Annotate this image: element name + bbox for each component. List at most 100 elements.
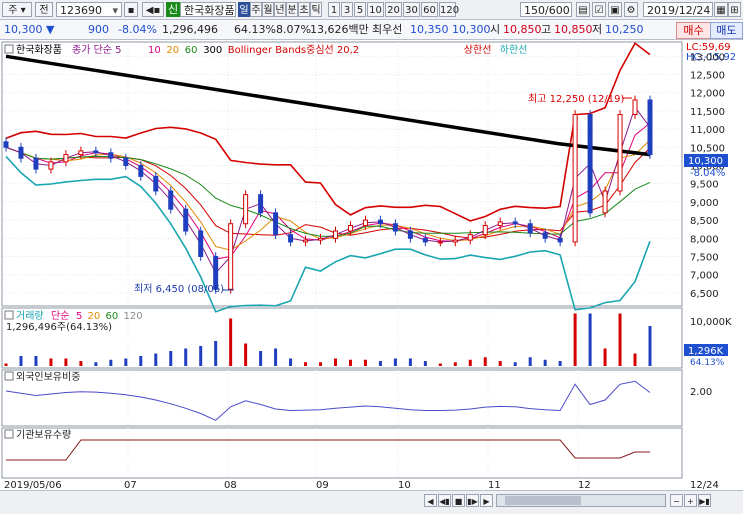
volume-bar: [483, 357, 487, 366]
volume-value-label: 1,296,496주(64.13%): [6, 322, 112, 333]
legend-item: 20: [166, 45, 179, 56]
scroll-end-icon[interactable]: ▶▮: [698, 494, 711, 507]
price-y-tick: 7,000: [690, 271, 719, 282]
zoom-out-icon[interactable]: −: [670, 494, 683, 507]
grid-icon[interactable]: ⊞: [728, 2, 741, 17]
interval-button[interactable]: 120: [439, 2, 459, 17]
volume: 1,296,496: [162, 23, 218, 36]
price-change: 900: [88, 23, 109, 36]
save-icon[interactable]: ▣: [608, 2, 622, 17]
candle-body: [512, 221, 518, 225]
candle-body: [377, 219, 383, 225]
zoom-in-icon[interactable]: +: [684, 494, 697, 507]
prev-page-icon[interactable]: ◀▮: [438, 494, 451, 507]
graph-icon[interactable]: ▤: [576, 2, 590, 17]
interval-button[interactable]: 3: [341, 2, 353, 17]
legend-item: 한국화장품: [16, 44, 62, 56]
all-button[interactable]: 전: [35, 2, 53, 17]
candle-body: [617, 114, 623, 192]
volume-bar: [304, 362, 308, 366]
scroll-right-icon[interactable]: ▶: [480, 494, 493, 507]
scroll-track[interactable]: [496, 494, 666, 507]
interval-button[interactable]: 10: [367, 2, 384, 17]
period-button[interactable]: 년: [274, 2, 286, 17]
volume-bar: [19, 356, 23, 366]
best-quote-label: 최우선: [372, 23, 403, 36]
search-icon[interactable]: ▪: [124, 2, 138, 17]
stop-icon[interactable]: ■: [452, 494, 465, 507]
candle-body: [467, 234, 473, 241]
candle-body: [347, 225, 353, 232]
checkbox-icon[interactable]: ☑: [592, 2, 606, 17]
period-button[interactable]: 일: [238, 2, 250, 17]
volume-legend-item: 60: [106, 311, 119, 322]
candle-body: [303, 239, 309, 243]
volume-legend-item: 단순: [51, 310, 69, 322]
volume-bar: [64, 358, 68, 366]
chart-type-dropdown[interactable]: 주 ▾: [2, 2, 32, 17]
legend-item: 10: [148, 45, 161, 56]
stock-code-input[interactable]: 123690 ▾: [56, 2, 122, 17]
volume-bar: [558, 361, 562, 366]
volume-bar: [618, 313, 622, 366]
low-label: 저: [592, 23, 603, 36]
interval-button[interactable]: 1: [328, 2, 340, 17]
legend-item: 하한선: [500, 43, 528, 56]
candle-body: [632, 99, 638, 116]
inst-panel-title: 기관보유수량: [16, 429, 71, 441]
legend-item: 상한선: [464, 44, 492, 56]
candle-body: [422, 237, 428, 243]
candle-body: [452, 239, 458, 243]
volume-bar: [573, 313, 577, 366]
scroll-left-icon[interactable]: ◀: [424, 494, 437, 507]
x-axis-label: 09: [316, 480, 329, 490]
settings-icon[interactable]: ⚙: [624, 2, 638, 17]
volume-bar: [214, 341, 218, 366]
stock-code-value: 123690: [60, 4, 102, 17]
buy-order-button[interactable]: 매수: [676, 22, 711, 39]
bottom-scroll-bar: ◀ ◀▮ ■ ▮▶ ▶ − + ▶▮: [0, 490, 743, 514]
sell-order-button[interactable]: 매도: [710, 22, 743, 39]
volume-bar: [79, 361, 83, 366]
stock-name-field: 한국화장품: [180, 2, 236, 17]
interval-button[interactable]: 60: [421, 2, 438, 17]
period-button[interactable]: 틱: [310, 2, 322, 17]
period-button[interactable]: 주: [250, 2, 262, 17]
current-pct-text: -8.04%: [690, 168, 725, 179]
toolbar: 주 ▾ 전 123690 ▾ ▪ ◀▪ 신 한국화장품 일주월년분초틱 1 3 5 10…: [0, 0, 743, 20]
count-value: 150: [524, 4, 545, 17]
candle-body: [557, 237, 563, 243]
period-button[interactable]: 초: [298, 2, 310, 17]
volume-bar: [393, 358, 397, 366]
candle-body: [332, 230, 338, 239]
price-y-tick: 8,500: [690, 216, 719, 227]
volume-bar: [438, 363, 442, 366]
candle-body: [542, 232, 548, 239]
period-button[interactable]: 분: [286, 2, 298, 17]
interval-button[interactable]: 5: [354, 2, 366, 17]
turnover-ratio: 8.07%: [276, 23, 311, 36]
price-change-pct: -8.04%: [118, 23, 157, 36]
volume-legend-item: 5: [76, 311, 82, 322]
volume-legend-item: 거래량: [16, 310, 44, 322]
candle-body: [243, 194, 249, 225]
scroll-thumb[interactable]: [505, 496, 581, 505]
interval-button[interactable]: 30: [403, 2, 420, 17]
price-y-tick: 6,500: [690, 289, 719, 300]
count-input[interactable]: 150/600: [520, 2, 572, 17]
price-y-tick: 7,500: [690, 252, 719, 263]
chevron-down-icon: ▾: [112, 4, 118, 17]
calendar-icon[interactable]: ▦: [714, 2, 728, 17]
interval-button[interactable]: 20: [385, 2, 402, 17]
candle-body: [3, 141, 9, 148]
candle-body: [78, 150, 84, 156]
stock-chart[interactable]: 한국화장품 종가 단순 5 10 20 60 300 Bollinger Bands중심선 …: [0, 40, 743, 490]
date-field[interactable]: 2019/12/24: [643, 2, 713, 17]
candle-body: [168, 190, 174, 210]
period-button[interactable]: 월: [262, 2, 274, 17]
volume-bar: [4, 363, 8, 366]
candle-body: [93, 150, 99, 154]
next-page-icon[interactable]: ▮▶: [466, 494, 479, 507]
speaker-icon[interactable]: ◀▪: [142, 2, 164, 17]
low-price: 10,250: [605, 23, 644, 36]
